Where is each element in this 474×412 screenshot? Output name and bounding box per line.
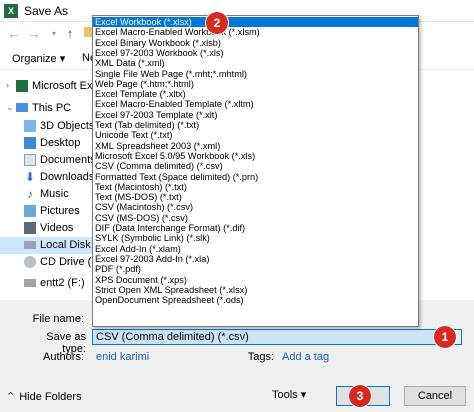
tags-value[interactable]: Add a tag bbox=[282, 351, 329, 363]
sidebar-item-label: Videos bbox=[40, 222, 74, 234]
option-web-page[interactable]: Web Page (*.htm;*.html) bbox=[93, 79, 418, 89]
drive-icon bbox=[24, 279, 36, 287]
sidebar-item-label: 3D Objects bbox=[40, 120, 94, 132]
chevron-up-icon: ⌃ bbox=[6, 391, 16, 403]
authors-value[interactable]: enid karimi bbox=[96, 351, 149, 363]
cd-drive-icon bbox=[24, 256, 36, 268]
cancel-button[interactable]: Cancel bbox=[404, 386, 466, 406]
authors-label: Authors: bbox=[43, 351, 84, 363]
sidebar-item-pictures[interactable]: Pictures bbox=[0, 203, 94, 220]
sidebar-item-label: Music bbox=[40, 188, 69, 200]
option-excel-workbook[interactable]: Excel Workbook (*.xlsx) bbox=[93, 17, 418, 28]
sidebar-item-downloads[interactable]: ⬇ Downloads bbox=[0, 169, 94, 186]
step-marker-2: 2 bbox=[206, 12, 228, 34]
sidebar-item-microsoft-excel[interactable]: › Microsoft Excel bbox=[0, 78, 94, 95]
navigation-pane: › Microsoft Excel ⌄ This PC 3D Objects D… bbox=[0, 74, 94, 294]
pictures-icon bbox=[24, 205, 36, 217]
hide-folders-button[interactable]: ⌃ Hide Folders bbox=[6, 390, 82, 403]
sidebar-item-label: Documents bbox=[40, 154, 94, 166]
downloads-icon: ⬇ bbox=[24, 170, 36, 184]
option-pdf[interactable]: PDF (*.pdf) bbox=[93, 264, 418, 274]
videos-icon bbox=[24, 222, 36, 234]
option-excel-macro-workbook[interactable]: Excel Macro-Enabled Workbook (*.xlsm) bbox=[93, 27, 418, 37]
excel-icon bbox=[16, 80, 28, 92]
option-excel-97-template[interactable]: Excel 97-2003 Template (*.xlt) bbox=[93, 110, 418, 120]
option-sylk[interactable]: SYLK (Symbolic Link) (*.slk) bbox=[93, 233, 418, 243]
sidebar-item-label: Pictures bbox=[40, 205, 80, 217]
sidebar-item-desktop[interactable]: Desktop bbox=[0, 135, 94, 152]
chevron-down-icon: ▾ bbox=[300, 389, 307, 401]
option-dif[interactable]: DIF (Data Interchange Format) (*.dif) bbox=[93, 223, 418, 233]
sidebar-item-documents[interactable]: Documents bbox=[0, 152, 94, 169]
disk-icon bbox=[24, 241, 36, 249]
sidebar-item-label: entt2 (F:) bbox=[40, 277, 85, 289]
pc-icon bbox=[16, 103, 28, 112]
option-xml-spreadsheet[interactable]: XML Spreadsheet 2003 (*.xml) bbox=[93, 141, 418, 151]
step-marker-3: 3 bbox=[349, 385, 371, 407]
sidebar-item-3d-objects[interactable]: 3D Objects bbox=[0, 118, 94, 135]
sidebar-item-label: Downloads bbox=[40, 171, 94, 183]
save-as-type-options: Excel Workbook (*.xlsx) Excel Macro-Enab… bbox=[92, 15, 419, 327]
option-excel-macro-template[interactable]: Excel Macro-Enabled Template (*.xltm) bbox=[93, 99, 418, 109]
option-xml-data[interactable]: XML Data (*.xml) bbox=[93, 58, 418, 68]
sidebar-item-label: Microsoft Excel bbox=[32, 80, 94, 92]
option-formatted-text[interactable]: Formatted Text (Space delimited) (*.prn) bbox=[93, 172, 418, 182]
step-marker-1: 1 bbox=[434, 326, 456, 348]
sidebar-item-label: Local Disk (C: bbox=[40, 239, 94, 251]
chevron-down-icon[interactable]: ⌄ bbox=[6, 102, 14, 113]
excel-icon: X bbox=[4, 4, 18, 18]
option-xps[interactable]: XPS Document (*.xps) bbox=[93, 275, 418, 285]
music-icon: ♪ bbox=[27, 187, 33, 201]
window-title: Save As bbox=[24, 4, 69, 18]
option-strict-open-xml[interactable]: Strict Open XML Spreadsheet (*.xlsx) bbox=[93, 285, 418, 295]
recent-locations-icon[interactable]: ▾ bbox=[46, 26, 62, 42]
hide-folders-label: Hide Folders bbox=[19, 391, 82, 403]
option-text-tab[interactable]: Text (Tab delimited) (*.txt) bbox=[93, 120, 418, 130]
sidebar-item-local-disk[interactable]: Local Disk (C: bbox=[0, 237, 94, 254]
sidebar-item-this-pc[interactable]: ⌄ This PC bbox=[0, 100, 94, 117]
file-name-label: File name: bbox=[32, 313, 84, 325]
option-text-ms-dos[interactable]: Text (MS-DOS) (*.txt) bbox=[93, 192, 418, 202]
save-as-type-select[interactable]: CSV (Comma delimited) (*.csv) bbox=[92, 329, 440, 345]
documents-icon bbox=[24, 154, 36, 166]
forward-arrow-icon[interactable]: → bbox=[26, 26, 42, 42]
tags-label: Tags: bbox=[247, 351, 274, 363]
option-csv-ms-dos[interactable]: CSV (MS-DOS) (*.csv) bbox=[93, 213, 418, 223]
option-excel-5-workbook[interactable]: Microsoft Excel 5.0/95 Workbook (*.xls) bbox=[93, 151, 418, 161]
3d-objects-icon bbox=[24, 120, 36, 132]
up-arrow-icon[interactable]: ↑ bbox=[62, 26, 78, 42]
sidebar-item-videos[interactable]: Videos bbox=[0, 220, 94, 237]
chevron-right-icon[interactable]: › bbox=[6, 80, 9, 90]
tools-button[interactable]: Tools ▾ bbox=[272, 388, 306, 401]
option-excel-add-in[interactable]: Excel Add-In (*.xlam) bbox=[93, 244, 418, 254]
option-text-macintosh[interactable]: Text (Macintosh) (*.txt) bbox=[93, 182, 418, 192]
option-opendocument[interactable]: OpenDocument Spreadsheet (*.ods) bbox=[93, 295, 418, 305]
option-csv-macintosh[interactable]: CSV (Macintosh) (*.csv) bbox=[93, 202, 418, 212]
tools-label: Tools bbox=[272, 389, 298, 401]
sidebar-item-cd-drive[interactable]: CD Drive (E:) bbox=[0, 254, 94, 271]
back-arrow-icon[interactable]: ← bbox=[6, 26, 22, 42]
option-excel-97-add-in[interactable]: Excel 97-2003 Add-In (*.xla) bbox=[93, 254, 418, 264]
option-unicode-text[interactable]: Unicode Text (*.txt) bbox=[93, 130, 418, 140]
sidebar-item-entt2[interactable]: entt2 (F:) bbox=[0, 275, 94, 292]
desktop-icon bbox=[24, 137, 36, 149]
option-excel-template[interactable]: Excel Template (*.xltx) bbox=[93, 89, 418, 99]
option-excel-binary-workbook[interactable]: Excel Binary Workbook (*.xlsb) bbox=[93, 38, 418, 48]
sidebar-item-music[interactable]: ♪ Music bbox=[0, 186, 94, 203]
sidebar-item-label: Desktop bbox=[40, 137, 81, 149]
sidebar-item-label: CD Drive (E:) bbox=[40, 256, 94, 268]
option-single-file-web-page[interactable]: Single File Web Page (*.mht;*.mhtml) bbox=[93, 69, 418, 79]
option-excel-97-workbook[interactable]: Excel 97-2003 Workbook (*.xls) bbox=[93, 48, 418, 58]
option-csv-comma[interactable]: CSV (Comma delimited) (*.csv) bbox=[93, 161, 418, 171]
organize-button[interactable]: Organize ▾ bbox=[12, 52, 65, 65]
sidebar-item-label: This PC bbox=[32, 102, 72, 114]
